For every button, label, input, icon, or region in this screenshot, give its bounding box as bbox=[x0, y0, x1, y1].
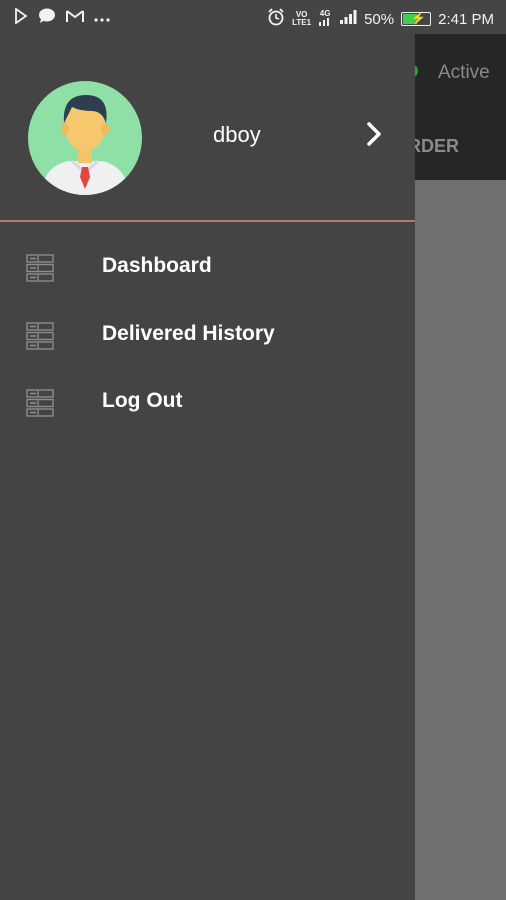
volte-bottom-label: LTE1 bbox=[292, 18, 312, 27]
avatar[interactable] bbox=[28, 81, 142, 195]
menu-item-label: Delivered History bbox=[102, 322, 275, 345]
chevron-right-icon[interactable] bbox=[362, 120, 386, 148]
status-bar-system: VO LTE1 4G 50% ⚡ 2:41 PM bbox=[267, 8, 494, 30]
header-divider bbox=[0, 220, 415, 222]
menu-item-label: Log Out bbox=[102, 389, 183, 412]
chat-icon bbox=[38, 8, 56, 28]
data-signal-icon: 4G bbox=[318, 10, 332, 28]
gmail-icon bbox=[66, 9, 84, 27]
network-type-label: 4G bbox=[319, 9, 331, 18]
list-icon bbox=[26, 389, 54, 417]
user-avatar-icon bbox=[42, 95, 128, 195]
battery-percent: 50% bbox=[364, 10, 395, 28]
status-bar: VO LTE1 4G 50% ⚡ 2:41 PM bbox=[0, 0, 506, 34]
menu-item-label: Dashboard bbox=[102, 254, 212, 277]
status-bar-notifications bbox=[14, 7, 110, 28]
list-icon bbox=[26, 254, 54, 282]
active-status-label: Active bbox=[438, 62, 490, 83]
navigation-drawer: dboy Dashboard Delivered History Log Out bbox=[0, 34, 415, 900]
username: dboy bbox=[213, 122, 261, 147]
order-tab-label[interactable]: RDER bbox=[408, 136, 459, 157]
menu-item-delivered-history[interactable]: Delivered History bbox=[0, 308, 415, 364]
volte-icon: VO LTE1 bbox=[292, 11, 311, 27]
list-icon bbox=[26, 322, 54, 350]
alarm-icon bbox=[267, 8, 285, 30]
clock: 2:41 PM bbox=[438, 10, 494, 28]
drawer-profile-header[interactable]: dboy bbox=[0, 34, 415, 220]
battery-icon: ⚡ bbox=[401, 11, 432, 26]
menu-item-log-out[interactable]: Log Out bbox=[0, 375, 415, 431]
signal-strength-icon bbox=[339, 10, 357, 28]
more-dots-icon bbox=[94, 9, 110, 27]
play-store-icon bbox=[14, 7, 28, 28]
menu-item-dashboard[interactable]: Dashboard bbox=[0, 240, 415, 296]
